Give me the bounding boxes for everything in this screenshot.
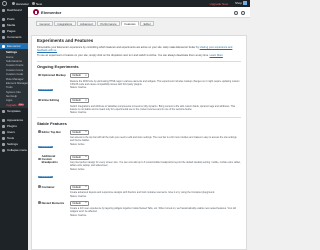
feature-description: Get access to the top bar with all the t… [70, 136, 237, 143]
feature-state-select[interactable]: Default ▼ [70, 129, 89, 135]
tab-features[interactable]: Features [121, 21, 140, 26]
header-brand: Elementor [41, 9, 62, 15]
new-content-link[interactable]: New [32, 2, 42, 6]
feature-row: Container Default ▼ Create advanced layou… [37, 184, 241, 198]
feature-status: Status: Active [70, 142, 85, 146]
feature-name: Editor Top Bar [41, 129, 61, 134]
tab-performance[interactable]: Performance [97, 21, 121, 26]
divider [37, 117, 241, 118]
feature-name: Additional Custom Breakpoints [41, 153, 58, 164]
tab-integrations[interactable]: Integrations [53, 21, 76, 26]
upgrade-notice[interactable]: Upgrade Now [210, 2, 228, 6]
chevron-down-icon: ▼ [84, 131, 87, 134]
feature-row: Nested Elements Default ▼ Create a rich u… [37, 200, 241, 217]
collapse-menu-button[interactable]: Collapse menu [0, 147, 28, 153]
elementor-icon [2, 44, 5, 48]
intro-text-1: Personalize your Elementor experience by… [37, 46, 233, 53]
experiment-status: Status: Inactive [70, 86, 87, 90]
pin-icon [2, 17, 5, 21]
elementor-header: Elementor [28, 7, 250, 18]
feature-tag: Performance [38, 145, 53, 148]
account-menu[interactable]: Shop [235, 1, 247, 5]
features-panel: Experiments and Features Personalize you… [31, 35, 247, 250]
feature-state-select[interactable]: Default ▼ [70, 200, 89, 206]
experiment-state-select[interactable]: Default ▼ [70, 98, 89, 104]
feature-description: Get pixel perfect design for every scree… [70, 161, 241, 168]
feature-state-select[interactable]: Default ▼ [70, 184, 89, 190]
stable-features-title: Stable Features [37, 120, 67, 126]
intro-text-2: To use an experiment or feature on your … [37, 54, 223, 58]
learn-more-link[interactable]: Learn More [210, 54, 223, 57]
avatar [243, 1, 247, 5]
settings-tabs: General Integrations Advanced Performanc… [28, 18, 250, 27]
wrench-icon [2, 136, 5, 140]
info-icon[interactable] [38, 201, 41, 204]
comment-icon [2, 35, 5, 39]
admin-sidebar: Dashboard Posts Media Pages Comments Ele… [0, 7, 28, 250]
chevron-down-icon: ▼ [84, 99, 87, 102]
media-icon [2, 23, 5, 27]
experiment-state-select[interactable]: Default ▼ [70, 73, 89, 79]
ongoing-experiments-title: Ongoing Experiments [37, 64, 79, 70]
plus-icon [32, 2, 36, 5]
admin-bar: Harvester New Upgrade Now Shop [0, 0, 250, 7]
brush-icon [2, 118, 5, 122]
whats-new-icon[interactable] [234, 10, 238, 15]
experiment-name: Inline Editing [41, 98, 60, 103]
experiment-row: Inline Editing Default ▼ Switch Integrati… [37, 98, 241, 114]
info-icon[interactable] [38, 98, 41, 102]
info-icon[interactable] [38, 185, 41, 188]
feature-description: Create a rich user experience by layerin… [70, 207, 236, 214]
plugin-icon [2, 124, 5, 128]
experiment-description: Switch Integrations and Attribute to Var… [70, 104, 236, 111]
site-name-link[interactable]: Harvester [12, 2, 29, 6]
feature-row: Editor Top Bar Performance Default ▼ Get … [37, 129, 241, 152]
templates-icon [2, 109, 5, 113]
chevron-down-icon: ▼ [84, 202, 87, 205]
feature-status: Status: Inactive [70, 194, 87, 198]
feature-name: Container [41, 184, 55, 189]
tab-general[interactable]: General [36, 21, 53, 26]
experiment-description: Reduce the DOM size by eliminating HTML … [70, 79, 240, 86]
feature-row: Additional Custom Breakpoints Performanc… [37, 153, 241, 182]
page-title: Experiments and Features [37, 38, 94, 43]
info-icon[interactable] [38, 73, 41, 77]
tab-advanced[interactable]: Advanced [76, 21, 97, 26]
chevron-down-icon: ▼ [84, 74, 87, 77]
feature-name: Nested Elements [41, 200, 65, 205]
pro-badge: PRO [17, 103, 25, 106]
elementor-logo-icon [33, 9, 39, 15]
tab-editor[interactable]: Editor [140, 21, 155, 26]
info-icon[interactable] [38, 130, 41, 133]
feature-tag: Performance [38, 175, 53, 178]
experiment-name: Optimized Markup [41, 73, 66, 78]
divider [37, 60, 241, 62]
page-icon [2, 29, 5, 33]
dashboard-icon [2, 8, 5, 12]
experiment-row: Optimized Markup Performance Default ▼ Re… [37, 73, 241, 95]
info-icon[interactable] [38, 157, 41, 161]
elementor-submenu: Settings Home Submissions Custom Fonts C… [0, 49, 28, 109]
help-icon[interactable] [241, 10, 245, 15]
experiment-tag: Performance [38, 89, 53, 92]
feature-status: Status: Active [70, 167, 85, 171]
experiment-status: Status: Inactive [70, 111, 87, 115]
wordpress-logo-icon[interactable] [0, 0, 9, 7]
feature-state-select[interactable]: Default ▼ [70, 154, 89, 160]
main-content: Elementor General Integrations Advanced … [28, 7, 250, 250]
users-icon [2, 130, 5, 134]
home-icon [12, 2, 15, 5]
feature-status: Status: Inactive [70, 213, 87, 217]
submenu-item-upgrade[interactable]: Upgrade PRO [0, 103, 28, 107]
settings-icon [2, 142, 5, 146]
chevron-down-icon: ▼ [84, 156, 87, 159]
chevron-down-icon: ▼ [84, 186, 87, 189]
collapse-icon [2, 148, 5, 152]
